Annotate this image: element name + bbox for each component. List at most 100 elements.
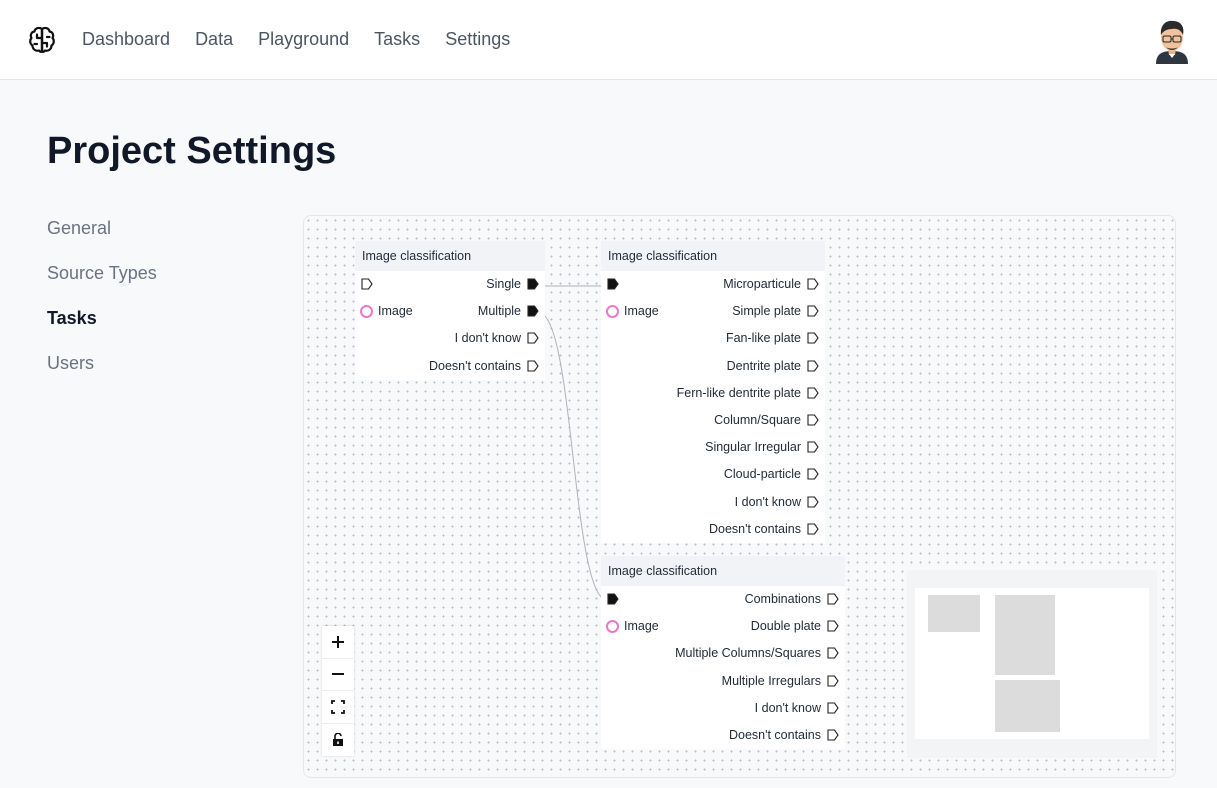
output-handle[interactable] — [807, 441, 819, 453]
output-handle[interactable] — [807, 360, 819, 372]
input-handle-icon[interactable] — [607, 278, 619, 290]
output-handle[interactable] — [807, 305, 819, 317]
output-handle[interactable] — [527, 305, 539, 317]
output-label: Cloud-particle — [723, 467, 801, 482]
flow-controls — [322, 626, 354, 756]
main-nav: Dashboard Data Playground Tasks Settings — [82, 29, 510, 50]
output-handle-icon[interactable] — [807, 360, 819, 372]
nav-tasks[interactable]: Tasks — [374, 29, 420, 50]
sidebar-item-general[interactable]: General — [47, 217, 157, 262]
top-navbar: Dashboard Data Playground Tasks Settings — [0, 0, 1217, 80]
settings-sidebar: General Source Types Tasks Users — [47, 217, 157, 397]
output-handle-icon[interactable] — [807, 495, 819, 508]
input-handle-icon[interactable] — [607, 593, 619, 605]
nav-playground[interactable]: Playground — [258, 29, 349, 50]
output-handle[interactable] — [807, 387, 819, 399]
fit-view-button[interactable] — [322, 691, 354, 724]
sidebar-item-users[interactable]: Users — [47, 352, 157, 397]
output-handle-icon[interactable] — [827, 702, 839, 714]
node-body: Combinations Image Double plate Multiple Co… — [601, 586, 845, 749]
output-handle[interactable] — [827, 593, 839, 605]
sidebar-item-source-types[interactable]: Source Types — [47, 262, 157, 307]
output-label: Single — [486, 277, 521, 291]
sidebar-item-tasks[interactable]: Tasks — [47, 307, 157, 352]
output-label: Column/Square — [714, 412, 801, 427]
output-label: Multiple Columns/Squares — [675, 646, 821, 661]
output-handle-icon[interactable] — [827, 620, 839, 632]
output-handle-icon[interactable] — [827, 593, 839, 605]
output-label: I don't know — [734, 494, 801, 509]
output-handle[interactable] — [807, 332, 819, 344]
image-port-icon[interactable] — [606, 620, 619, 634]
output-label: Doesn't contains — [728, 727, 821, 742]
image-input-label: Image — [624, 619, 659, 634]
output-label: Combinations — [744, 592, 821, 606]
nav-data[interactable]: Data — [195, 29, 233, 50]
node-row: Multiple Columns/Squares — [601, 640, 845, 667]
output-handle-icon[interactable] — [527, 332, 539, 344]
output-handle-icon[interactable] — [807, 414, 819, 426]
output-handle[interactable] — [807, 468, 819, 480]
nav-dashboard[interactable]: Dashboard — [82, 29, 170, 50]
output-handle[interactable] — [827, 647, 839, 659]
nav-settings[interactable]: Settings — [445, 29, 510, 50]
output-label: Doesn't contains — [708, 521, 801, 536]
output-label: Fan-like plate — [725, 331, 801, 346]
task-node[interactable]: Image classification Microparticule Image… — [601, 241, 825, 543]
output-handle-icon[interactable] — [827, 729, 839, 741]
edge-multiple-to-node-3[interactable] — [538, 312, 608, 601]
node-title: Image classification — [601, 556, 845, 586]
output-handle[interactable] — [807, 495, 819, 508]
output-handle-icon[interactable] — [827, 675, 839, 687]
output-label: Multiple Irregulars — [721, 673, 821, 688]
node-row: Single — [355, 271, 545, 298]
image-port-icon[interactable] — [606, 305, 619, 319]
output-handle-icon[interactable] — [807, 523, 819, 535]
zoom-out-icon — [332, 673, 344, 676]
output-handle[interactable] — [827, 702, 839, 714]
output-handle[interactable] — [807, 414, 819, 426]
brain-icon[interactable] — [26, 24, 58, 56]
output-handle[interactable] — [827, 675, 839, 687]
task-node[interactable]: Image classification Combinations Image Do… — [601, 556, 845, 750]
output-handle[interactable] — [807, 278, 819, 290]
input-handle[interactable] — [607, 278, 619, 290]
node-row: Microparticule — [601, 271, 825, 298]
minimap[interactable] — [907, 570, 1157, 758]
input-handle[interactable] — [361, 278, 373, 290]
node-row: I don't know — [601, 489, 825, 516]
node-row: I don't know — [601, 695, 845, 722]
input-handle[interactable] — [607, 593, 619, 605]
user-avatar[interactable] — [1152, 16, 1192, 64]
output-handle-icon[interactable] — [807, 278, 819, 290]
output-handle-icon[interactable] — [527, 278, 539, 290]
output-handle-icon[interactable] — [807, 332, 819, 344]
output-handle-icon[interactable] — [527, 360, 539, 372]
fit-view-icon — [331, 699, 345, 714]
output-label: I don't know — [754, 700, 821, 715]
node-body: Single Image Multiple I don't know Doesn't c… — [355, 271, 545, 380]
output-handle-icon[interactable] — [807, 468, 819, 480]
output-handle[interactable] — [807, 523, 819, 535]
output-handle[interactable] — [527, 332, 539, 344]
output-handle-icon[interactable] — [827, 647, 839, 659]
input-handle-icon[interactable] — [361, 278, 373, 290]
node-row: Fan-like plate — [601, 325, 825, 352]
output-handle-icon[interactable] — [807, 305, 819, 317]
output-handle-icon[interactable] — [527, 305, 539, 317]
node-row: Singular Irregular — [601, 434, 825, 461]
output-handle-icon[interactable] — [807, 387, 819, 399]
zoom-in-button[interactable] — [322, 626, 354, 659]
image-port-icon[interactable] — [360, 305, 373, 319]
zoom-out-button[interactable] — [322, 659, 354, 691]
task-node[interactable]: Image classification Single Image Multiple… — [355, 241, 545, 380]
output-handle[interactable] — [527, 360, 539, 372]
output-handle[interactable] — [527, 278, 539, 290]
output-label: I don't know — [454, 331, 521, 346]
flow-canvas[interactable]: Image classification Single Image Multiple… — [303, 215, 1176, 778]
output-handle-icon[interactable] — [807, 441, 819, 453]
output-handle[interactable] — [827, 620, 839, 632]
toggle-interactivity-button[interactable] — [322, 724, 354, 757]
node-row: Doesn't contains — [601, 722, 845, 749]
output-handle[interactable] — [827, 729, 839, 741]
